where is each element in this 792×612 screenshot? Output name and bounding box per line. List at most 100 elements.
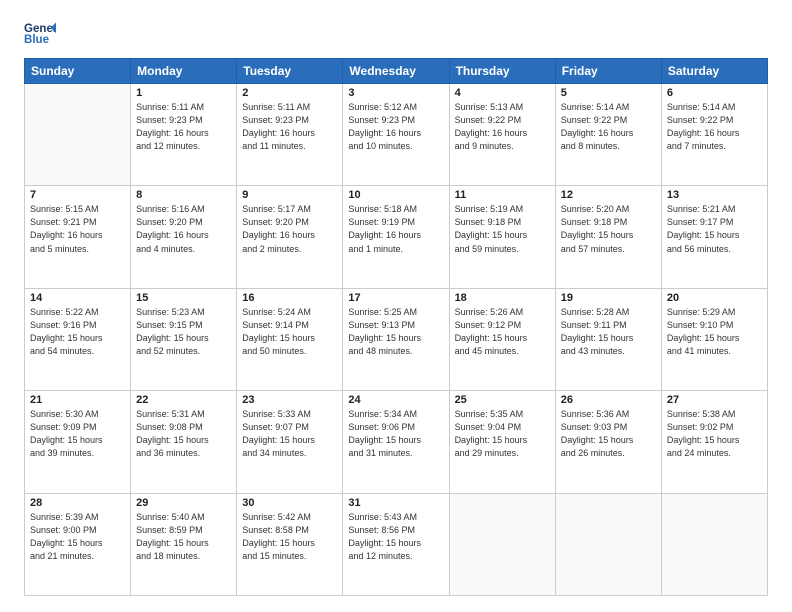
weekday-header-monday: Monday: [131, 59, 237, 84]
day-number: 16: [242, 292, 337, 304]
calendar-cell: 6 Sunrise: 5:14 AM Sunset: 9:22 PM Daylig…: [661, 84, 767, 186]
day-info: Sunrise: 5:28 AM Sunset: 9:11 PM Dayligh…: [561, 306, 656, 358]
calendar-cell: 30Sunrise: 5:42 AM Sunset: 8:58 PM Dayli…: [237, 493, 343, 595]
day-info: Sunrise: 5:23 AM Sunset: 9:15 PM Dayligh…: [136, 306, 231, 358]
calendar-cell: 28Sunrise: 5:39 AM Sunset: 9:00 PM Dayli…: [25, 493, 131, 595]
calendar-cell: 8 Sunrise: 5:16 AM Sunset: 9:20 PM Daylig…: [131, 186, 237, 288]
day-info: Sunrise: 5:11 AM Sunset: 9:23 PM Dayligh…: [136, 101, 231, 153]
day-number: 18: [455, 292, 550, 304]
calendar-cell: 24 Sunrise: 5:34 AM Sunset: 9:06 PM Dayli…: [343, 391, 449, 493]
calendar-cell: [449, 493, 555, 595]
day-info: Sunrise: 5:19 AM Sunset: 9:18 PM Dayligh…: [455, 203, 550, 255]
day-number: 29: [136, 497, 231, 509]
day-info: Sunrise: 5:16 AM Sunset: 9:20 PM Dayligh…: [136, 203, 231, 255]
calendar-cell: 5 Sunrise: 5:14 AM Sunset: 9:22 PM Daylig…: [555, 84, 661, 186]
weekday-header-sunday: Sunday: [25, 59, 131, 84]
day-info: Sunrise: 5:17 AM Sunset: 9:20 PM Dayligh…: [242, 203, 337, 255]
calendar-cell: 3Sunrise: 5:12 AM Sunset: 9:23 PM Daylig…: [343, 84, 449, 186]
day-number: 11: [455, 189, 550, 201]
weekday-header-thursday: Thursday: [449, 59, 555, 84]
day-info: Sunrise: 5:30 AM Sunset: 9:09 PM Dayligh…: [30, 408, 125, 460]
calendar-cell: 19 Sunrise: 5:28 AM Sunset: 9:11 PM Dayli…: [555, 288, 661, 390]
day-number: 17: [348, 292, 443, 304]
calendar-cell: 12 Sunrise: 5:20 AM Sunset: 9:18 PM Dayli…: [555, 186, 661, 288]
day-number: 26: [561, 394, 656, 406]
weekday-header-saturday: Saturday: [661, 59, 767, 84]
calendar-week-row-0: 1Sunrise: 5:11 AM Sunset: 9:23 PM Daylig…: [25, 84, 768, 186]
day-info: Sunrise: 5:29 AM Sunset: 9:10 PM Dayligh…: [667, 306, 762, 358]
day-info: Sunrise: 5:34 AM Sunset: 9:06 PM Dayligh…: [348, 408, 443, 460]
calendar-cell: 2 Sunrise: 5:11 AM Sunset: 9:23 PM Daylig…: [237, 84, 343, 186]
day-number: 13: [667, 189, 762, 201]
calendar-cell: 11 Sunrise: 5:19 AM Sunset: 9:18 PM Dayli…: [449, 186, 555, 288]
calendar-cell: 15 Sunrise: 5:23 AM Sunset: 9:15 PM Dayli…: [131, 288, 237, 390]
day-number: 8: [136, 189, 231, 201]
calendar-cell: 20 Sunrise: 5:29 AM Sunset: 9:10 PM Dayli…: [661, 288, 767, 390]
day-info: Sunrise: 5:42 AM Sunset: 8:58 PM Dayligh…: [242, 511, 337, 563]
calendar-cell: 18Sunrise: 5:26 AM Sunset: 9:12 PM Dayli…: [449, 288, 555, 390]
day-info: Sunrise: 5:21 AM Sunset: 9:17 PM Dayligh…: [667, 203, 762, 255]
calendar-cell: 31 Sunrise: 5:43 AM Sunset: 8:56 PM Dayli…: [343, 493, 449, 595]
weekday-header-wednesday: Wednesday: [343, 59, 449, 84]
day-info: Sunrise: 5:33 AM Sunset: 9:07 PM Dayligh…: [242, 408, 337, 460]
day-info: Sunrise: 5:12 AM Sunset: 9:23 PM Dayligh…: [348, 101, 443, 153]
calendar-week-row-1: 7 Sunrise: 5:15 AM Sunset: 9:21 PM Daylig…: [25, 186, 768, 288]
day-number: 31: [348, 497, 443, 509]
calendar-cell: 16Sunrise: 5:24 AM Sunset: 9:14 PM Dayli…: [237, 288, 343, 390]
weekday-header-tuesday: Tuesday: [237, 59, 343, 84]
calendar-cell: 4Sunrise: 5:13 AM Sunset: 9:22 PM Daylig…: [449, 84, 555, 186]
calendar-cell: 26 Sunrise: 5:36 AM Sunset: 9:03 PM Dayli…: [555, 391, 661, 493]
day-number: 14: [30, 292, 125, 304]
day-info: Sunrise: 5:14 AM Sunset: 9:22 PM Dayligh…: [561, 101, 656, 153]
day-number: 9: [242, 189, 337, 201]
calendar-cell: [555, 493, 661, 595]
day-info: Sunrise: 5:38 AM Sunset: 9:02 PM Dayligh…: [667, 408, 762, 460]
calendar-table: SundayMondayTuesdayWednesdayThursdayFrid…: [24, 58, 768, 596]
day-number: 24: [348, 394, 443, 406]
day-number: 4: [455, 87, 550, 99]
day-info: Sunrise: 5:22 AM Sunset: 9:16 PM Dayligh…: [30, 306, 125, 358]
day-number: 20: [667, 292, 762, 304]
day-info: Sunrise: 5:18 AM Sunset: 9:19 PM Dayligh…: [348, 203, 443, 255]
day-info: Sunrise: 5:43 AM Sunset: 8:56 PM Dayligh…: [348, 511, 443, 563]
calendar-cell: 21 Sunrise: 5:30 AM Sunset: 9:09 PM Dayli…: [25, 391, 131, 493]
day-number: 19: [561, 292, 656, 304]
logo: General Blue: [24, 20, 56, 48]
calendar-cell: 17 Sunrise: 5:25 AM Sunset: 9:13 PM Dayli…: [343, 288, 449, 390]
day-info: Sunrise: 5:20 AM Sunset: 9:18 PM Dayligh…: [561, 203, 656, 255]
calendar-cell: 9 Sunrise: 5:17 AM Sunset: 9:20 PM Daylig…: [237, 186, 343, 288]
day-info: Sunrise: 5:11 AM Sunset: 9:23 PM Dayligh…: [242, 101, 337, 153]
day-info: Sunrise: 5:14 AM Sunset: 9:22 PM Dayligh…: [667, 101, 762, 153]
svg-text:Blue: Blue: [24, 34, 50, 46]
day-number: 25: [455, 394, 550, 406]
calendar-cell: 10Sunrise: 5:18 AM Sunset: 9:19 PM Dayli…: [343, 186, 449, 288]
calendar-cell: 14 Sunrise: 5:22 AM Sunset: 9:16 PM Dayli…: [25, 288, 131, 390]
day-info: Sunrise: 5:40 AM Sunset: 8:59 PM Dayligh…: [136, 511, 231, 563]
calendar-week-row-3: 21 Sunrise: 5:30 AM Sunset: 9:09 PM Dayli…: [25, 391, 768, 493]
calendar-week-row-4: 28Sunrise: 5:39 AM Sunset: 9:00 PM Dayli…: [25, 493, 768, 595]
day-info: Sunrise: 5:35 AM Sunset: 9:04 PM Dayligh…: [455, 408, 550, 460]
day-number: 15: [136, 292, 231, 304]
calendar-cell: 29 Sunrise: 5:40 AM Sunset: 8:59 PM Dayli…: [131, 493, 237, 595]
day-number: 6: [667, 87, 762, 99]
day-info: Sunrise: 5:36 AM Sunset: 9:03 PM Dayligh…: [561, 408, 656, 460]
calendar-cell: 13 Sunrise: 5:21 AM Sunset: 9:17 PM Dayli…: [661, 186, 767, 288]
day-info: Sunrise: 5:25 AM Sunset: 9:13 PM Dayligh…: [348, 306, 443, 358]
calendar-cell: 7 Sunrise: 5:15 AM Sunset: 9:21 PM Daylig…: [25, 186, 131, 288]
day-number: 23: [242, 394, 337, 406]
day-info: Sunrise: 5:15 AM Sunset: 9:21 PM Dayligh…: [30, 203, 125, 255]
weekday-header-row: SundayMondayTuesdayWednesdayThursdayFrid…: [25, 59, 768, 84]
calendar-cell: 25 Sunrise: 5:35 AM Sunset: 9:04 PM Dayli…: [449, 391, 555, 493]
day-number: 22: [136, 394, 231, 406]
calendar-cell: 27Sunrise: 5:38 AM Sunset: 9:02 PM Dayli…: [661, 391, 767, 493]
logo-icon: General Blue: [24, 20, 56, 48]
calendar-cell: 23 Sunrise: 5:33 AM Sunset: 9:07 PM Dayli…: [237, 391, 343, 493]
day-number: 2: [242, 87, 337, 99]
day-info: Sunrise: 5:39 AM Sunset: 9:00 PM Dayligh…: [30, 511, 125, 563]
day-number: 21: [30, 394, 125, 406]
day-number: 12: [561, 189, 656, 201]
page: General Blue SundayMondayTuesdayWednesda…: [0, 0, 792, 612]
calendar-cell: 22Sunrise: 5:31 AM Sunset: 9:08 PM Dayli…: [131, 391, 237, 493]
day-number: 7: [30, 189, 125, 201]
day-number: 5: [561, 87, 656, 99]
